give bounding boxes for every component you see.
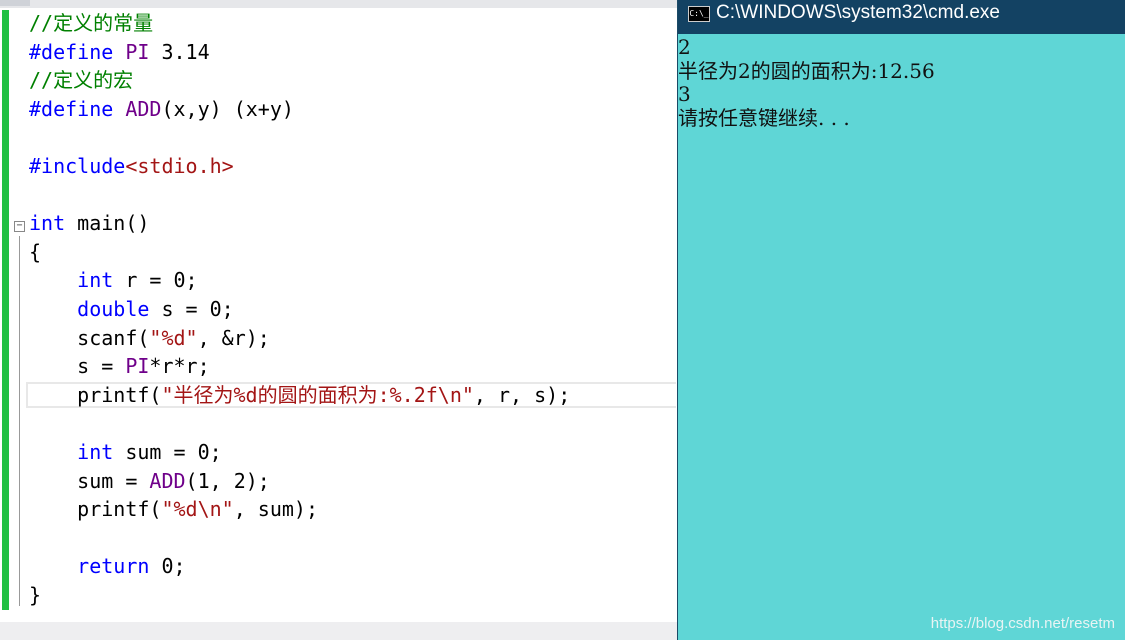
console-output: 2 半径为2的圆的面积为:12.56 3 请按任意键继续. . . [678,34,1125,130]
code-token-cm: //定义的宏 [29,68,134,93]
console-window[interactable]: C:\_ C:\WINDOWS\system32\cmd.exe 2 半径为2的圆… [677,0,1125,640]
code-editor[interactable]: − //定义的常量 #define PI 3.14//定义的宏 #define AD… [0,8,676,622]
code-line: printf("半径为%d的圆的面积为:%.2f\n", r, s); [29,381,570,410]
code-token-pl: , sum); [233,497,318,522]
code-line: s = PI*r*r; [29,352,570,381]
code-token-kw: int [77,439,114,464]
code-line: //定义的常量 [29,9,570,38]
fold-guide-line [19,236,20,606]
code-line: printf("%d\n", sum); [29,495,570,524]
code-token-pl: s = 0; [149,296,234,321]
code-line: #include<stdio.h> [29,152,570,181]
code-token-str: "%d" [149,325,198,350]
code-token-str: <stdio.h> [125,153,234,178]
code-token-pl: main() [65,211,150,236]
editor-status-strip [0,622,677,640]
editor-tab[interactable] [0,0,30,6]
code-token-kw: return [77,554,150,579]
code-line: } [29,581,570,610]
code-line: scanf("%d", &r); [29,324,570,353]
code-token-mac: ADD [125,96,162,121]
code-token-mac: ADD [149,468,186,493]
console-title: C:\WINDOWS\system32\cmd.exe [716,2,1000,23]
code-token-pl: s = [29,354,126,379]
code-token-pl: (x,y) (x+y) [161,96,294,121]
code-token-kw: double [77,296,150,321]
collapse-icon[interactable]: − [14,221,25,232]
code-line: int r = 0; [29,266,570,295]
code-token-cm: //定义的常量 [29,11,154,35]
code-token-pl: sum = [29,468,150,493]
console-output-line: 请按任意键继续. . . [678,105,850,130]
code-line: //定义的宏 [29,66,570,95]
code-token-pl: 0; [149,554,186,579]
console-output-line: 半径为2的圆的面积为:12.56 [678,58,935,83]
code-token-kw: int [29,211,66,236]
code-line: { [29,238,570,267]
code-token-pl: , &r); [197,325,270,350]
code-token-pl: } [29,582,42,607]
code-line: int main() [29,209,570,238]
change-tracking-bar [2,10,9,610]
code-area[interactable]: //定义的常量 #define PI 3.14//定义的宏 #define ADD(… [29,9,570,609]
cmd-icon: C:\_ [688,6,710,22]
code-line: int sum = 0; [29,438,570,467]
code-token-pl: sum = 0; [113,439,222,464]
code-line: #define PI 3.14 [29,38,570,67]
console-title-bar[interactable]: C:\_ C:\WINDOWS\system32\cmd.exe [678,0,1125,34]
code-token-str: "%d\n" [161,497,234,522]
code-token-pl: printf( [29,497,162,522]
code-token-pl: printf( [29,382,162,407]
watermark: https://blog.csdn.net/resetm [930,615,1115,632]
code-token-kw: int [77,268,114,293]
code-token-pl: 3.14 [149,39,210,64]
code-token-pl: scanf( [29,325,150,350]
code-token-str: "半径为%d的圆的面积为:%.2f\n" [161,382,474,407]
code-token-mac: PI [125,39,150,64]
code-token-mac: PI [125,354,150,379]
code-token-kw: #define [29,39,126,64]
code-token-pl: , r, s); [473,382,571,407]
editor-tab-strip [0,0,677,8]
code-line: #define ADD(x,y) (x+y) [29,95,570,124]
code-line: sum = ADD(1, 2); [29,467,570,496]
code-token-kw: #define [29,96,126,121]
console-output-line: 3 [678,82,691,107]
code-token-pl: *r*r; [149,354,210,379]
console-output-line: 2 [678,35,691,59]
code-line: double s = 0; [29,295,570,324]
code-token-pl: (1, 2); [185,468,270,493]
code-line: return 0; [29,552,570,581]
code-token-kw: #include [29,153,126,178]
code-token-pl: r = 0; [113,268,198,293]
code-token-pl: { [29,239,42,264]
